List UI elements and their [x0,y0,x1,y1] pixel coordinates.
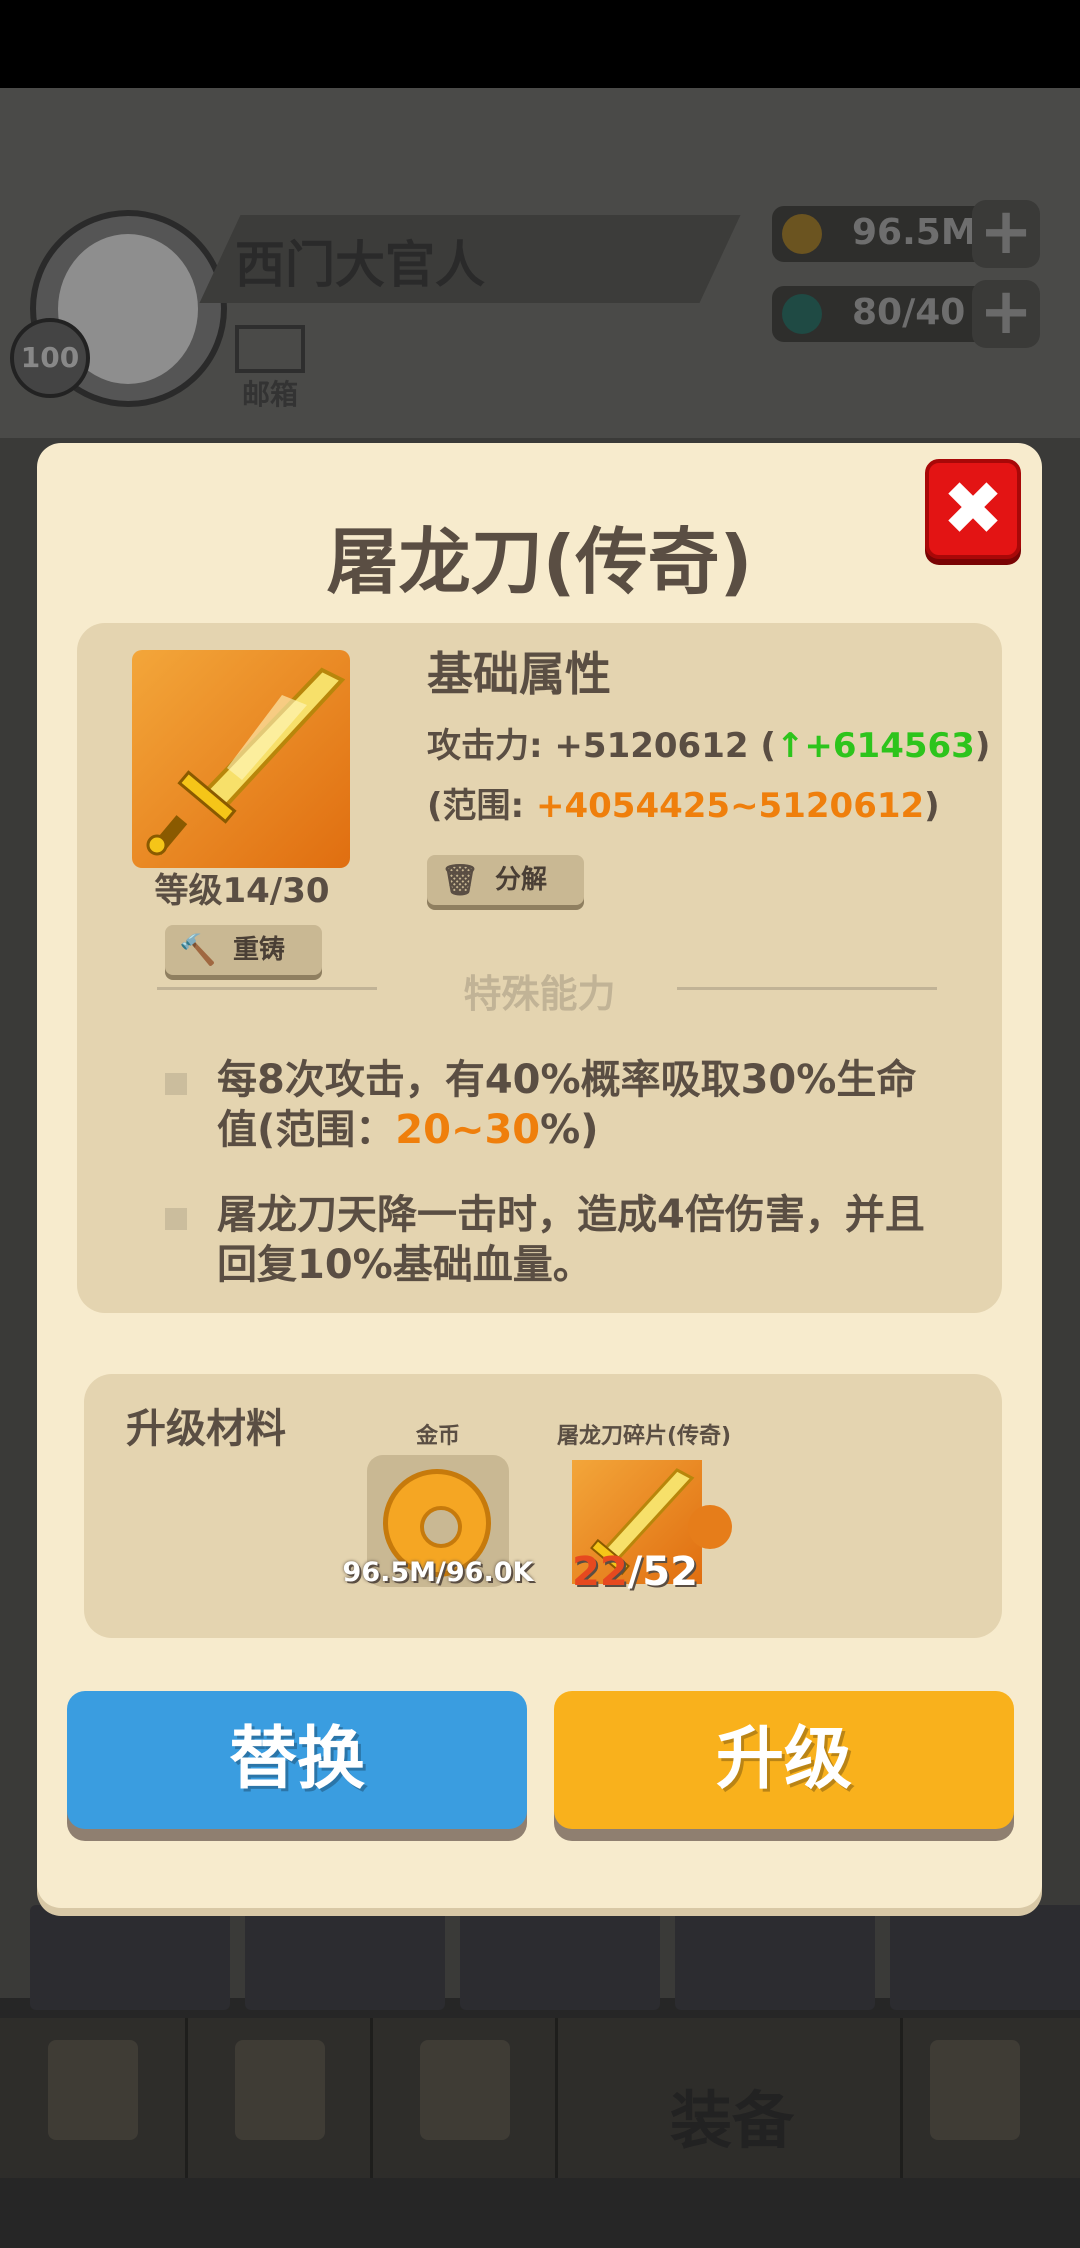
coin-value: 96.5M [852,212,977,253]
attack-bonus: +614563 [804,726,975,766]
ability-1: 每8次攻击，有40%概率吸取30%生命值(范围：20~30%) [217,1055,937,1155]
ability-2: 屠龙刀天降一击时，造成4倍伤害，并且回复10%基础血量。 [217,1192,925,1288]
equip-slot[interactable] [675,1905,875,2010]
equip-slot[interactable] [460,1905,660,2010]
equip-slot[interactable] [245,1905,445,2010]
fragment-name: 屠龙刀碎片(传奇) [556,1424,732,1449]
fragment-count: 22/52 [572,1549,698,1595]
base-attr-title: 基础属性 [427,647,611,701]
decompose-label: 分解 [495,865,548,895]
materials-panel: 升级材料 金币 96.5M/96.0K 屠龙刀碎片(传奇) 22/52 [84,1374,1002,1638]
player-name: 西门大官人 [235,236,485,294]
trash-icon: 🗑 [441,863,480,898]
coin-icon [782,214,822,254]
gem-icon [782,294,822,334]
ability-1-end: %) [540,1107,599,1153]
coin-resource: 96.5M + [772,200,1040,268]
nav-equip-tab[interactable]: 装备 [670,2070,794,2160]
range-close: ) [924,786,940,826]
nav-divider [900,2018,903,2178]
nav-divider [555,2018,558,2178]
fragment-knob [688,1505,732,1549]
equip-slot[interactable] [890,1905,1080,2010]
mail-button[interactable]: 邮箱 [235,325,305,411]
dialog-title: 屠龙刀(传奇) [326,520,753,604]
player-level-badge: 100 [10,318,90,398]
range-label: (范围: [427,786,536,826]
mail-label: 邮箱 [241,378,298,411]
nav-battle-icon[interactable] [420,2040,510,2140]
nav-task-icon[interactable] [48,2040,138,2140]
attack-label: 攻击力: +5120612 ( [427,726,776,766]
gold-count: 96.5M/96.0K [342,1557,534,1588]
mail-icon [235,325,305,373]
fragment-current: 22 [572,1549,628,1595]
nav-cultivate-icon[interactable] [235,2040,325,2140]
energy-value: 80/40 [852,292,966,333]
stats-panel: 等级14/30 🔨 重铸 🗑 分解 基础属性 攻击力: +5120612 (↑+… [77,623,1002,1313]
range-line: (范围: +4054425~5120612) [427,778,940,827]
decompose-button[interactable]: 🗑 分解 [427,855,584,905]
sword-icon [132,650,350,868]
nav-divider [185,2018,188,2178]
fragment-total: /52 [627,1549,698,1595]
materials-title: 升级材料 [126,1406,286,1452]
attack-close: ) [974,726,991,766]
gold-name: 金币 [415,1424,460,1449]
nav-divider [370,2018,373,2178]
bullet-icon [165,1073,187,1095]
equip-slot[interactable] [30,1905,230,2010]
close-icon: ✖ [941,466,1004,552]
replace-button[interactable]: 替换 [67,1691,527,1829]
item-level: 等级14/30 [154,871,330,911]
add-energy-button[interactable]: + [972,280,1040,348]
equipment-dialog: 屠龙刀(传奇) ✖ 等级14/30 🔨 重铸 🗑 分解 基础属性 攻击力: +5… [37,443,1042,1908]
nav-collect-icon[interactable] [930,2040,1020,2140]
bottom-nav [0,2018,1080,2178]
ability-1-range: 20~30 [395,1107,541,1153]
special-title: 特殊能力 [463,972,616,1016]
close-button[interactable]: ✖ [925,459,1021,559]
bullet-icon [165,1208,187,1230]
range-value: +4054425~5120612 [535,786,925,826]
upgrade-button[interactable]: 升级 [554,1691,1014,1829]
add-coins-button[interactable]: + [972,200,1040,268]
attack-line: 攻击力: +5120612 (↑+614563) [427,718,990,767]
status-bar [0,0,1080,88]
energy-resource: 80/40 + [772,280,1040,348]
arrow-up-icon: ↑ [775,726,805,766]
